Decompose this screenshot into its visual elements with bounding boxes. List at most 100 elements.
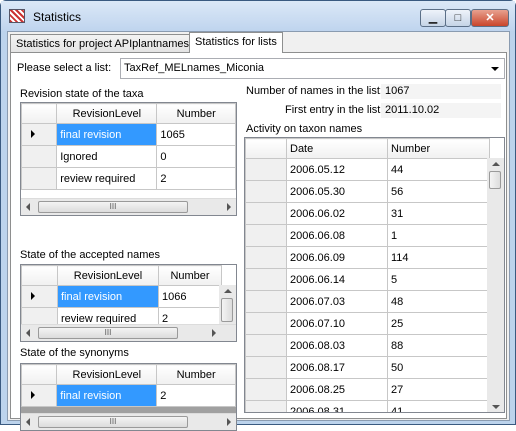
cell-number[interactable]: 1066 (158, 285, 222, 308)
table-row[interactable]: Ignored 0 (21, 145, 236, 168)
scroll-right-icon[interactable] (212, 329, 216, 337)
cell-date[interactable]: 2006.06.14 (286, 268, 388, 291)
maximize-button[interactable]: □ (445, 9, 471, 27)
cell-date[interactable]: 2006.06.02 (286, 202, 388, 225)
table-row[interactable]: final revision 2 (21, 384, 236, 407)
cell-number[interactable]: 27 (387, 378, 490, 401)
column-header-number[interactable]: Number (156, 364, 236, 385)
table-row[interactable]: review required 2 (21, 167, 236, 190)
minimize-button[interactable]: ▁ (420, 9, 446, 27)
cell-date[interactable]: 2006.08.31 (286, 400, 388, 412)
scroll-thumb[interactable]: III (38, 201, 188, 213)
scroll-thumb[interactable] (489, 171, 501, 189)
cell-revision-level[interactable]: final revision (56, 384, 158, 407)
cell-number[interactable]: 25 (387, 312, 490, 335)
tab-list-statistics[interactable]: Statistics for lists (189, 32, 283, 53)
column-header-revision-level[interactable]: RevisionLevel (56, 364, 158, 385)
cell-date[interactable]: 2006.07.10 (286, 312, 388, 335)
row-header[interactable] (21, 123, 58, 146)
list-select[interactable]: TaxRef_MELnames_Miconia (120, 58, 505, 79)
table-row[interactable]: final revision 1065 (21, 123, 236, 146)
cell-revision-level[interactable]: final revision (56, 123, 158, 146)
column-header-date[interactable]: Date (286, 138, 388, 159)
cell-number[interactable]: 31 (387, 202, 490, 225)
scroll-thumb[interactable]: III (38, 416, 188, 428)
table-row[interactable]: 2006.08.31 41 (245, 400, 490, 412)
cell-number[interactable]: 56 (387, 180, 490, 203)
table-row[interactable]: 2006.07.03 48 (245, 290, 490, 313)
column-header-revision-level[interactable]: RevisionLevel (56, 103, 158, 124)
cell-date[interactable]: 2006.06.09 (286, 246, 388, 269)
table-row[interactable]: 2006.06.14 5 (245, 268, 490, 291)
row-header[interactable] (21, 384, 58, 407)
table-row[interactable]: 2006.06.08 1 (245, 224, 490, 247)
table-row[interactable]: 2006.07.10 25 (245, 312, 490, 335)
table-row[interactable]: 2006.06.02 31 (245, 202, 490, 225)
row-header[interactable] (21, 285, 58, 308)
column-header-number[interactable]: Number (156, 103, 236, 124)
cell-date[interactable]: 2006.06.08 (286, 224, 388, 247)
scroll-down-icon[interactable] (492, 405, 500, 409)
table-row[interactable]: 2006.08.03 88 (245, 334, 490, 357)
horizontal-scrollbar[interactable]: III (21, 198, 236, 215)
horizontal-scrollbar[interactable]: III (21, 413, 236, 430)
cell-number[interactable]: 2 (156, 384, 236, 407)
row-header[interactable] (245, 356, 287, 379)
scroll-left-icon[interactable] (26, 329, 30, 337)
cell-date[interactable]: 2006.08.03 (286, 334, 388, 357)
tab-project-statistics[interactable]: Statistics for project APIplantnames (10, 34, 190, 53)
cell-number[interactable]: 88 (387, 334, 490, 357)
row-header[interactable] (21, 145, 58, 168)
column-header-revision-level[interactable]: RevisionLevel (57, 265, 159, 286)
cell-date[interactable]: 2006.08.17 (286, 356, 388, 379)
column-header-number[interactable]: Number (387, 138, 490, 159)
row-header[interactable] (21, 167, 58, 190)
row-header[interactable] (245, 334, 287, 357)
vertical-scrollbar[interactable] (487, 158, 504, 412)
row-header[interactable] (245, 202, 287, 225)
column-header-number[interactable]: Number (158, 265, 222, 286)
table-row[interactable]: 2006.05.30 56 (245, 180, 490, 203)
cell-date[interactable]: 2006.05.30 (286, 180, 388, 203)
horizontal-scrollbar[interactable]: III (21, 324, 236, 341)
row-header[interactable] (245, 246, 287, 269)
row-header[interactable] (245, 224, 287, 247)
title-bar[interactable]: Statistics ▁ □ ✕ (1, 1, 515, 31)
cell-date[interactable]: 2006.08.25 (286, 378, 388, 401)
table-row[interactable]: 2006.08.25 27 (245, 378, 490, 401)
scroll-right-icon[interactable] (227, 203, 231, 211)
cell-number[interactable]: 41 (387, 400, 490, 412)
cell-date[interactable]: 2006.07.03 (286, 290, 388, 313)
scroll-thumb[interactable]: III (38, 327, 178, 339)
table-row[interactable]: 2006.05.12 44 (245, 158, 490, 181)
scroll-thumb[interactable] (221, 298, 233, 322)
row-header[interactable] (245, 400, 287, 412)
cell-revision-level[interactable]: final revision (57, 285, 159, 308)
row-header[interactable] (245, 268, 287, 291)
table-row[interactable]: final revision 1066 (21, 285, 222, 308)
cell-number[interactable]: 2 (156, 167, 236, 190)
cell-number[interactable]: 1065 (156, 123, 236, 146)
cell-number[interactable]: 1 (387, 224, 490, 247)
cell-number[interactable]: 44 (387, 158, 490, 181)
cell-number[interactable]: 5 (387, 268, 490, 291)
row-header[interactable] (245, 290, 287, 313)
table-row[interactable]: 2006.06.09 114 (245, 246, 490, 269)
cell-number[interactable]: 50 (387, 356, 490, 379)
row-header[interactable] (245, 180, 287, 203)
scroll-up-icon[interactable] (224, 289, 232, 293)
scroll-up-icon[interactable] (492, 162, 500, 166)
cell-number[interactable]: 48 (387, 290, 490, 313)
row-header[interactable] (245, 378, 287, 401)
cell-revision-level[interactable]: Ignored (56, 145, 158, 168)
row-header[interactable] (245, 158, 287, 181)
close-button[interactable]: ✕ (471, 9, 509, 27)
scroll-left-icon[interactable] (26, 203, 30, 211)
cell-revision-level[interactable]: review required (56, 167, 158, 190)
cell-date[interactable]: 2006.05.12 (286, 158, 388, 181)
chevron-down-icon[interactable] (491, 67, 499, 71)
row-header[interactable] (245, 312, 287, 335)
cell-number[interactable]: 0 (156, 145, 236, 168)
cell-number[interactable]: 114 (387, 246, 490, 269)
table-row[interactable]: 2006.08.17 50 (245, 356, 490, 379)
